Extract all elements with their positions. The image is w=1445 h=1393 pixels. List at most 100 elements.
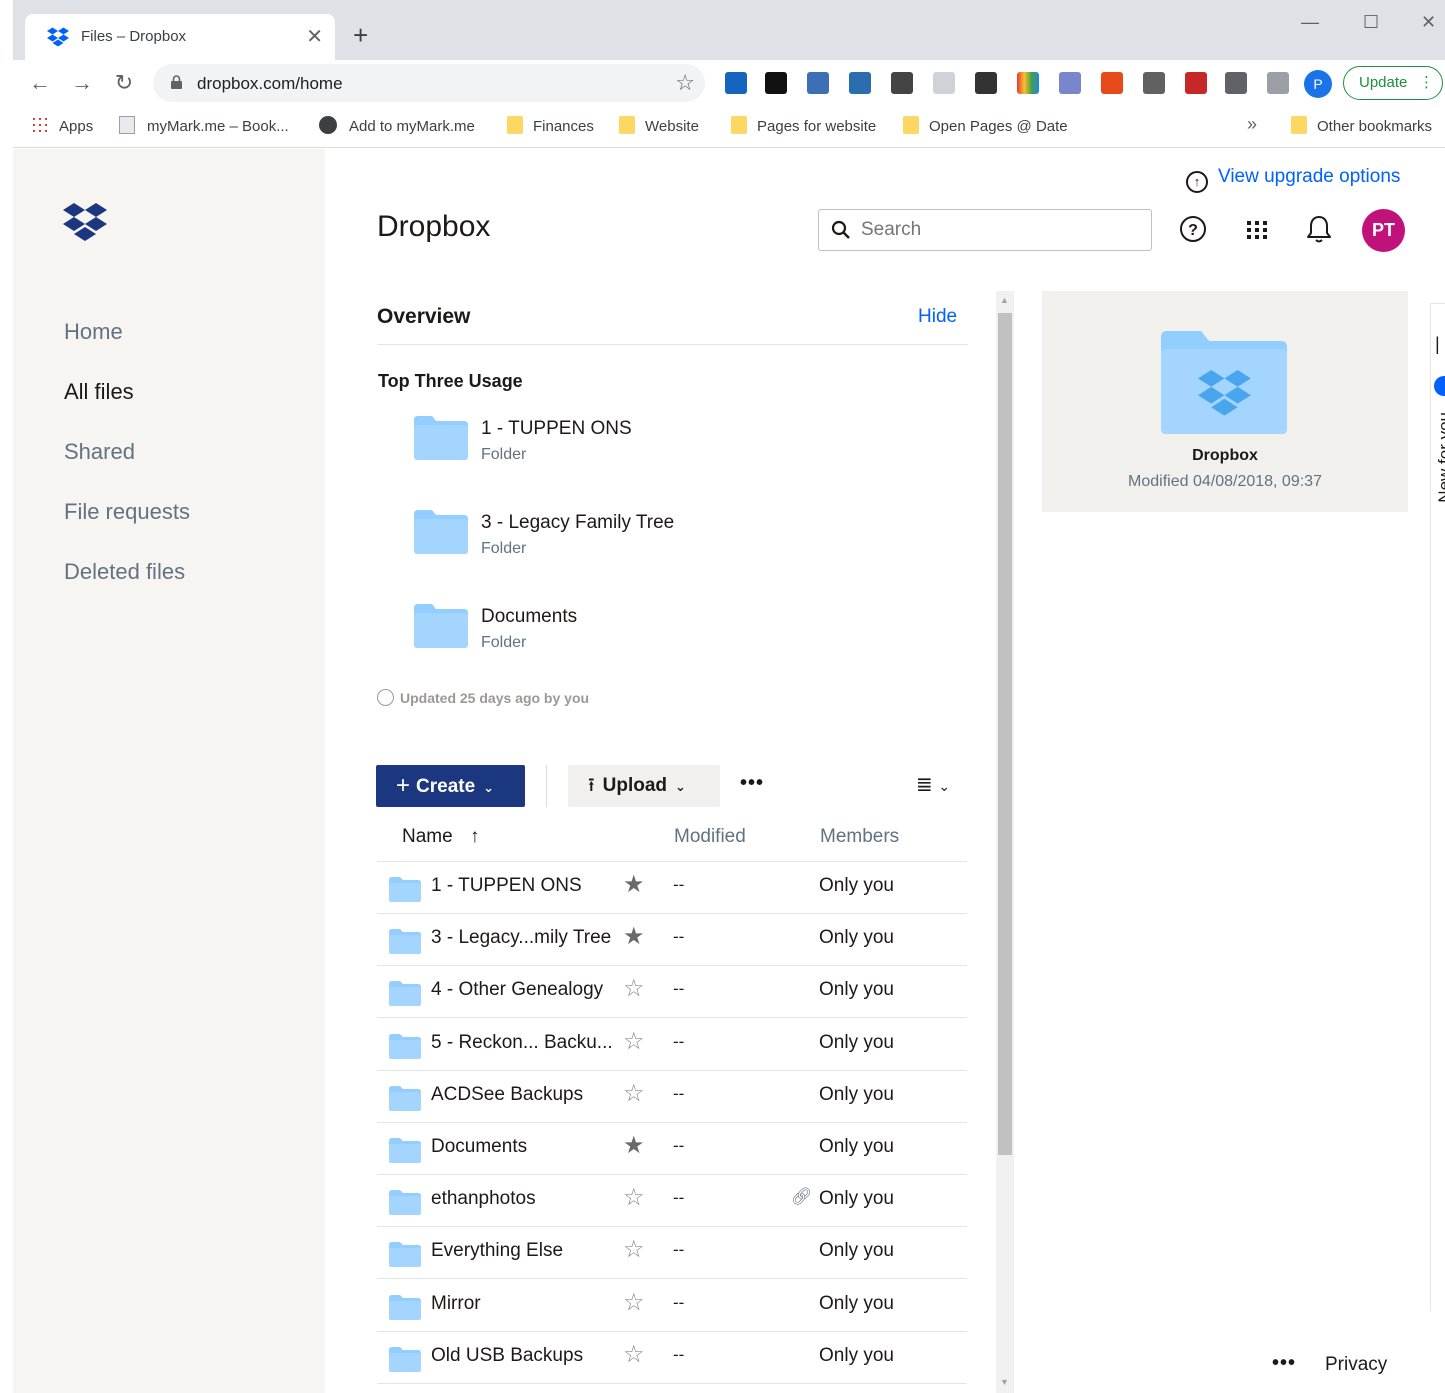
table-row[interactable]: ACDSee Backups ☆ -- Only you [377, 1071, 967, 1123]
scroll-down-icon[interactable]: ▼ [1000, 1377, 1009, 1387]
extension-colors-icon[interactable] [1017, 72, 1039, 94]
browser-tab[interactable]: Files – Dropbox ✕ [25, 14, 335, 60]
dropbox-logo-icon[interactable] [63, 203, 107, 241]
bookmarks-overflow-icon[interactable]: » [1247, 114, 1257, 135]
extension-calculator-icon[interactable] [1059, 72, 1081, 94]
maximize-icon[interactable]: ☐ [1363, 12, 1379, 33]
table-row[interactable]: Mirror ☆ -- Only you [377, 1280, 967, 1332]
row-name[interactable]: Documents [431, 1136, 527, 1158]
star-outline-icon[interactable]: ☆ [623, 1289, 645, 1316]
sidebar-item-deleted-files[interactable]: Deleted files [64, 559, 185, 585]
search-box[interactable] [818, 209, 1152, 251]
sidebar-item-shared[interactable]: Shared [64, 439, 135, 465]
bookmark-add-mymark[interactable]: Add to myMark.me [319, 116, 475, 135]
app-grid-icon[interactable] [1242, 212, 1272, 246]
star-outline-icon[interactable]: ☆ [623, 1185, 645, 1211]
scrollbar-thumb[interactable] [998, 313, 1012, 1155]
reading-list-icon[interactable] [1267, 72, 1289, 94]
extension-b-icon[interactable] [765, 72, 787, 94]
upload-button[interactable]: ⭱ Upload ⌄ [568, 765, 720, 807]
browser-profile-avatar[interactable]: P [1304, 70, 1332, 98]
hide-overview-link[interactable]: Hide [918, 306, 957, 328]
help-icon[interactable]: ? [1178, 212, 1208, 246]
row-name[interactable]: Mirror [431, 1293, 481, 1315]
table-row[interactable]: ethanphotos ☆ -- 🔗︎ Only you [377, 1175, 967, 1228]
usage-item[interactable]: 3 - Legacy Family Tree Folder [414, 510, 914, 564]
table-row[interactable]: 4 - Other Genealogy ☆ -- Only you [377, 966, 967, 1019]
usage-item[interactable]: 1 - TUPPEN ONS Folder [414, 416, 914, 470]
new-tab-icon[interactable]: + [353, 22, 368, 48]
row-name[interactable]: 1 - TUPPEN ONS [431, 875, 582, 897]
star-outline-icon[interactable]: ☆ [623, 1237, 645, 1263]
extension-box-icon[interactable] [1143, 72, 1165, 94]
reload-icon[interactable]: ↻ [111, 70, 137, 96]
table-row[interactable]: Everything Else ☆ -- Only you [377, 1227, 967, 1280]
back-icon[interactable]: ← [27, 70, 53, 96]
bookmark-pages-for-website[interactable]: Pages for website [731, 116, 876, 135]
bookmark-website[interactable]: Website [619, 116, 699, 135]
minimize-icon[interactable]: — [1301, 12, 1319, 33]
row-name[interactable]: 3 - Legacy...mily Tree [431, 927, 611, 949]
table-row[interactable]: Old USB Backups ☆ -- Only you [377, 1332, 967, 1384]
search-input[interactable] [861, 218, 1141, 242]
row-name[interactable]: 5 - Reckon... Backu... [431, 1032, 613, 1054]
bookmark-other[interactable]: Other bookmarks [1291, 116, 1432, 135]
column-header-modified[interactable]: Modified [674, 826, 746, 848]
scroll-up-icon[interactable]: ▲ [1000, 295, 1009, 305]
address-bar[interactable]: dropbox.com/home ☆ [153, 64, 705, 102]
star-filled-icon[interactable]: ★ [623, 924, 645, 950]
row-name[interactable]: Old USB Backups [431, 1345, 583, 1367]
star-outline-icon[interactable]: ☆ [623, 1080, 645, 1107]
forward-icon[interactable]: → [69, 70, 95, 96]
row-name[interactable]: ACDSee Backups [431, 1084, 583, 1106]
star-outline-icon[interactable]: ☆ [623, 1341, 645, 1368]
usage-item[interactable]: Documents Folder [414, 604, 914, 658]
extension-s-icon[interactable] [849, 72, 871, 94]
kebab-menu-icon[interactable]: ⋮ [1419, 67, 1434, 99]
row-name[interactable]: 4 - Other Genealogy [431, 979, 603, 1001]
user-avatar[interactable]: PT [1362, 209, 1405, 252]
sidebar-item-home[interactable]: Home [64, 319, 123, 345]
extension-bars-icon[interactable] [807, 72, 829, 94]
row-name[interactable]: Everything Else [431, 1240, 563, 1262]
star-filled-icon[interactable]: ★ [623, 872, 645, 898]
row-name[interactable]: ethanphotos [431, 1188, 536, 1210]
table-row[interactable]: 5 - Reckon... Backu... ☆ -- Only you [377, 1019, 967, 1071]
more-actions-icon[interactable]: ••• [740, 772, 764, 795]
column-header-name[interactable]: Name ↑ [402, 826, 479, 848]
table-row[interactable]: Documents ★ -- Only you [377, 1123, 967, 1175]
star-filled-icon[interactable]: ★ [623, 1133, 645, 1159]
create-button[interactable]: + Create ⌄ [376, 765, 525, 807]
preview-card[interactable]: Dropbox Modified 04/08/2018, 09:37 [1042, 291, 1408, 512]
bookmark-finances[interactable]: Finances [507, 116, 594, 135]
privacy-link[interactable]: Privacy [1325, 1354, 1387, 1376]
view-options-icon[interactable]: ≣ ⌄ [916, 772, 950, 797]
bookmark-open-pages[interactable]: Open Pages @ Date [903, 116, 1068, 135]
sidebar-item-file-requests[interactable]: File requests [64, 499, 190, 525]
star-outline-icon[interactable]: ☆ [623, 976, 645, 1002]
extension-bucket-icon[interactable] [891, 72, 913, 94]
notification-bell-icon[interactable] [1304, 212, 1334, 246]
extension-rocket-icon[interactable] [975, 72, 997, 94]
extension-shield-icon[interactable] [1185, 72, 1207, 94]
extension-v-icon[interactable] [725, 72, 747, 94]
table-row[interactable]: 3 - Legacy...mily Tree ★ -- Only you [377, 914, 967, 967]
browser-update-button[interactable]: Update ⋮ [1343, 66, 1443, 100]
new-for-you-panel[interactable]: | New for you [1430, 303, 1445, 1311]
scrollbar[interactable]: ▲ ▼ [996, 291, 1014, 1393]
sidebar-item-all-files[interactable]: All files [64, 379, 134, 405]
close-window-icon[interactable]: ✕ [1421, 12, 1436, 33]
tab-close-icon[interactable]: ✕ [306, 24, 323, 49]
extension-square-icon[interactable] [1101, 72, 1123, 94]
column-header-members[interactable]: Members [820, 826, 899, 848]
bookmark-mymark[interactable]: myMark.me – Book... [119, 116, 289, 135]
extension-wifi-icon[interactable] [933, 72, 955, 94]
bookmark-apps[interactable]: Apps [31, 116, 93, 135]
bookmark-star-icon[interactable]: ☆ [675, 70, 695, 96]
star-outline-icon[interactable]: ☆ [623, 1028, 645, 1055]
table-row[interactable]: 1 - TUPPEN ONS ★ -- Only you [377, 862, 967, 914]
footer-more-icon[interactable]: ••• [1272, 1352, 1296, 1375]
view-upgrade-link[interactable]: ↑ View upgrade options [1186, 166, 1400, 193]
collapse-panel-icon[interactable]: | [1435, 334, 1440, 355]
extensions-puzzle-icon[interactable] [1225, 72, 1247, 94]
